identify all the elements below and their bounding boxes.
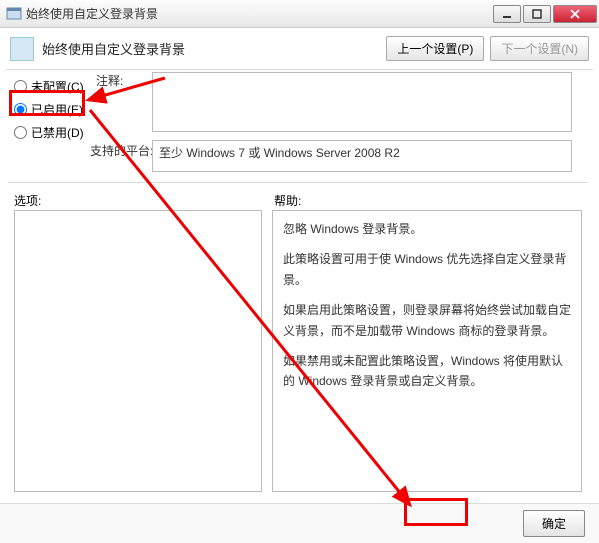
platform-label: 支持的平台: (90, 142, 153, 159)
maximize-button[interactable] (523, 5, 551, 23)
radio-disabled-label: 已禁用(D) (31, 124, 84, 141)
header-bar: 始终使用自定义登录背景 上一个设置(P) 下一个设置(N) (0, 28, 599, 69)
next-setting-button[interactable]: 下一个设置(N) (490, 36, 589, 61)
help-panel: 忽略 Windows 登录背景。 此策略设置可用于使 Windows 优先选择自… (272, 210, 582, 492)
radio-notconfigured-input[interactable] (14, 80, 27, 93)
close-button[interactable] (553, 5, 597, 23)
footer: 确定 (0, 503, 599, 543)
help-label: 帮助: (274, 192, 301, 209)
options-label: 选项: (14, 192, 41, 209)
radio-disabled[interactable]: 已禁用(D) (14, 124, 94, 141)
radio-enabled-label: 已启用(E) (31, 101, 83, 118)
policy-icon (10, 37, 34, 61)
radio-enabled-input[interactable] (14, 103, 27, 116)
radio-notconfigured-label: 未配置(C) (31, 78, 84, 95)
separator (6, 69, 593, 70)
window-title: 始终使用自定义登录背景 (26, 5, 491, 22)
minimize-button[interactable] (493, 5, 521, 23)
ok-button[interactable]: 确定 (523, 510, 585, 537)
separator-2 (8, 182, 588, 183)
prev-setting-button[interactable]: 上一个设置(P) (386, 36, 484, 61)
comment-textarea[interactable] (152, 72, 572, 132)
radio-notconfigured[interactable]: 未配置(C) (14, 78, 94, 95)
help-text-2: 此策略设置可用于使 Windows 优先选择自定义登录背景。 (283, 249, 571, 290)
titlebar: 始终使用自定义登录背景 (0, 0, 599, 28)
state-radios: 未配置(C) 已启用(E) 已禁用(D) (14, 72, 94, 147)
help-text-3: 如果启用此策略设置，则登录屏幕将始终尝试加载自定义背景，而不是加载带 Windo… (283, 300, 571, 341)
help-text-4: 如果禁用或未配置此策略设置，Windows 将使用默认的 Windows 登录背… (283, 351, 571, 392)
platform-value: 至少 Windows 7 或 Windows Server 2008 R2 (152, 140, 572, 172)
app-icon (6, 6, 22, 22)
radio-enabled[interactable]: 已启用(E) (14, 101, 94, 118)
radio-disabled-input[interactable] (14, 126, 27, 139)
header-title: 始终使用自定义登录背景 (42, 39, 378, 58)
help-text-1: 忽略 Windows 登录背景。 (283, 219, 571, 239)
comment-label: 注释: (96, 72, 123, 89)
options-panel (14, 210, 262, 492)
